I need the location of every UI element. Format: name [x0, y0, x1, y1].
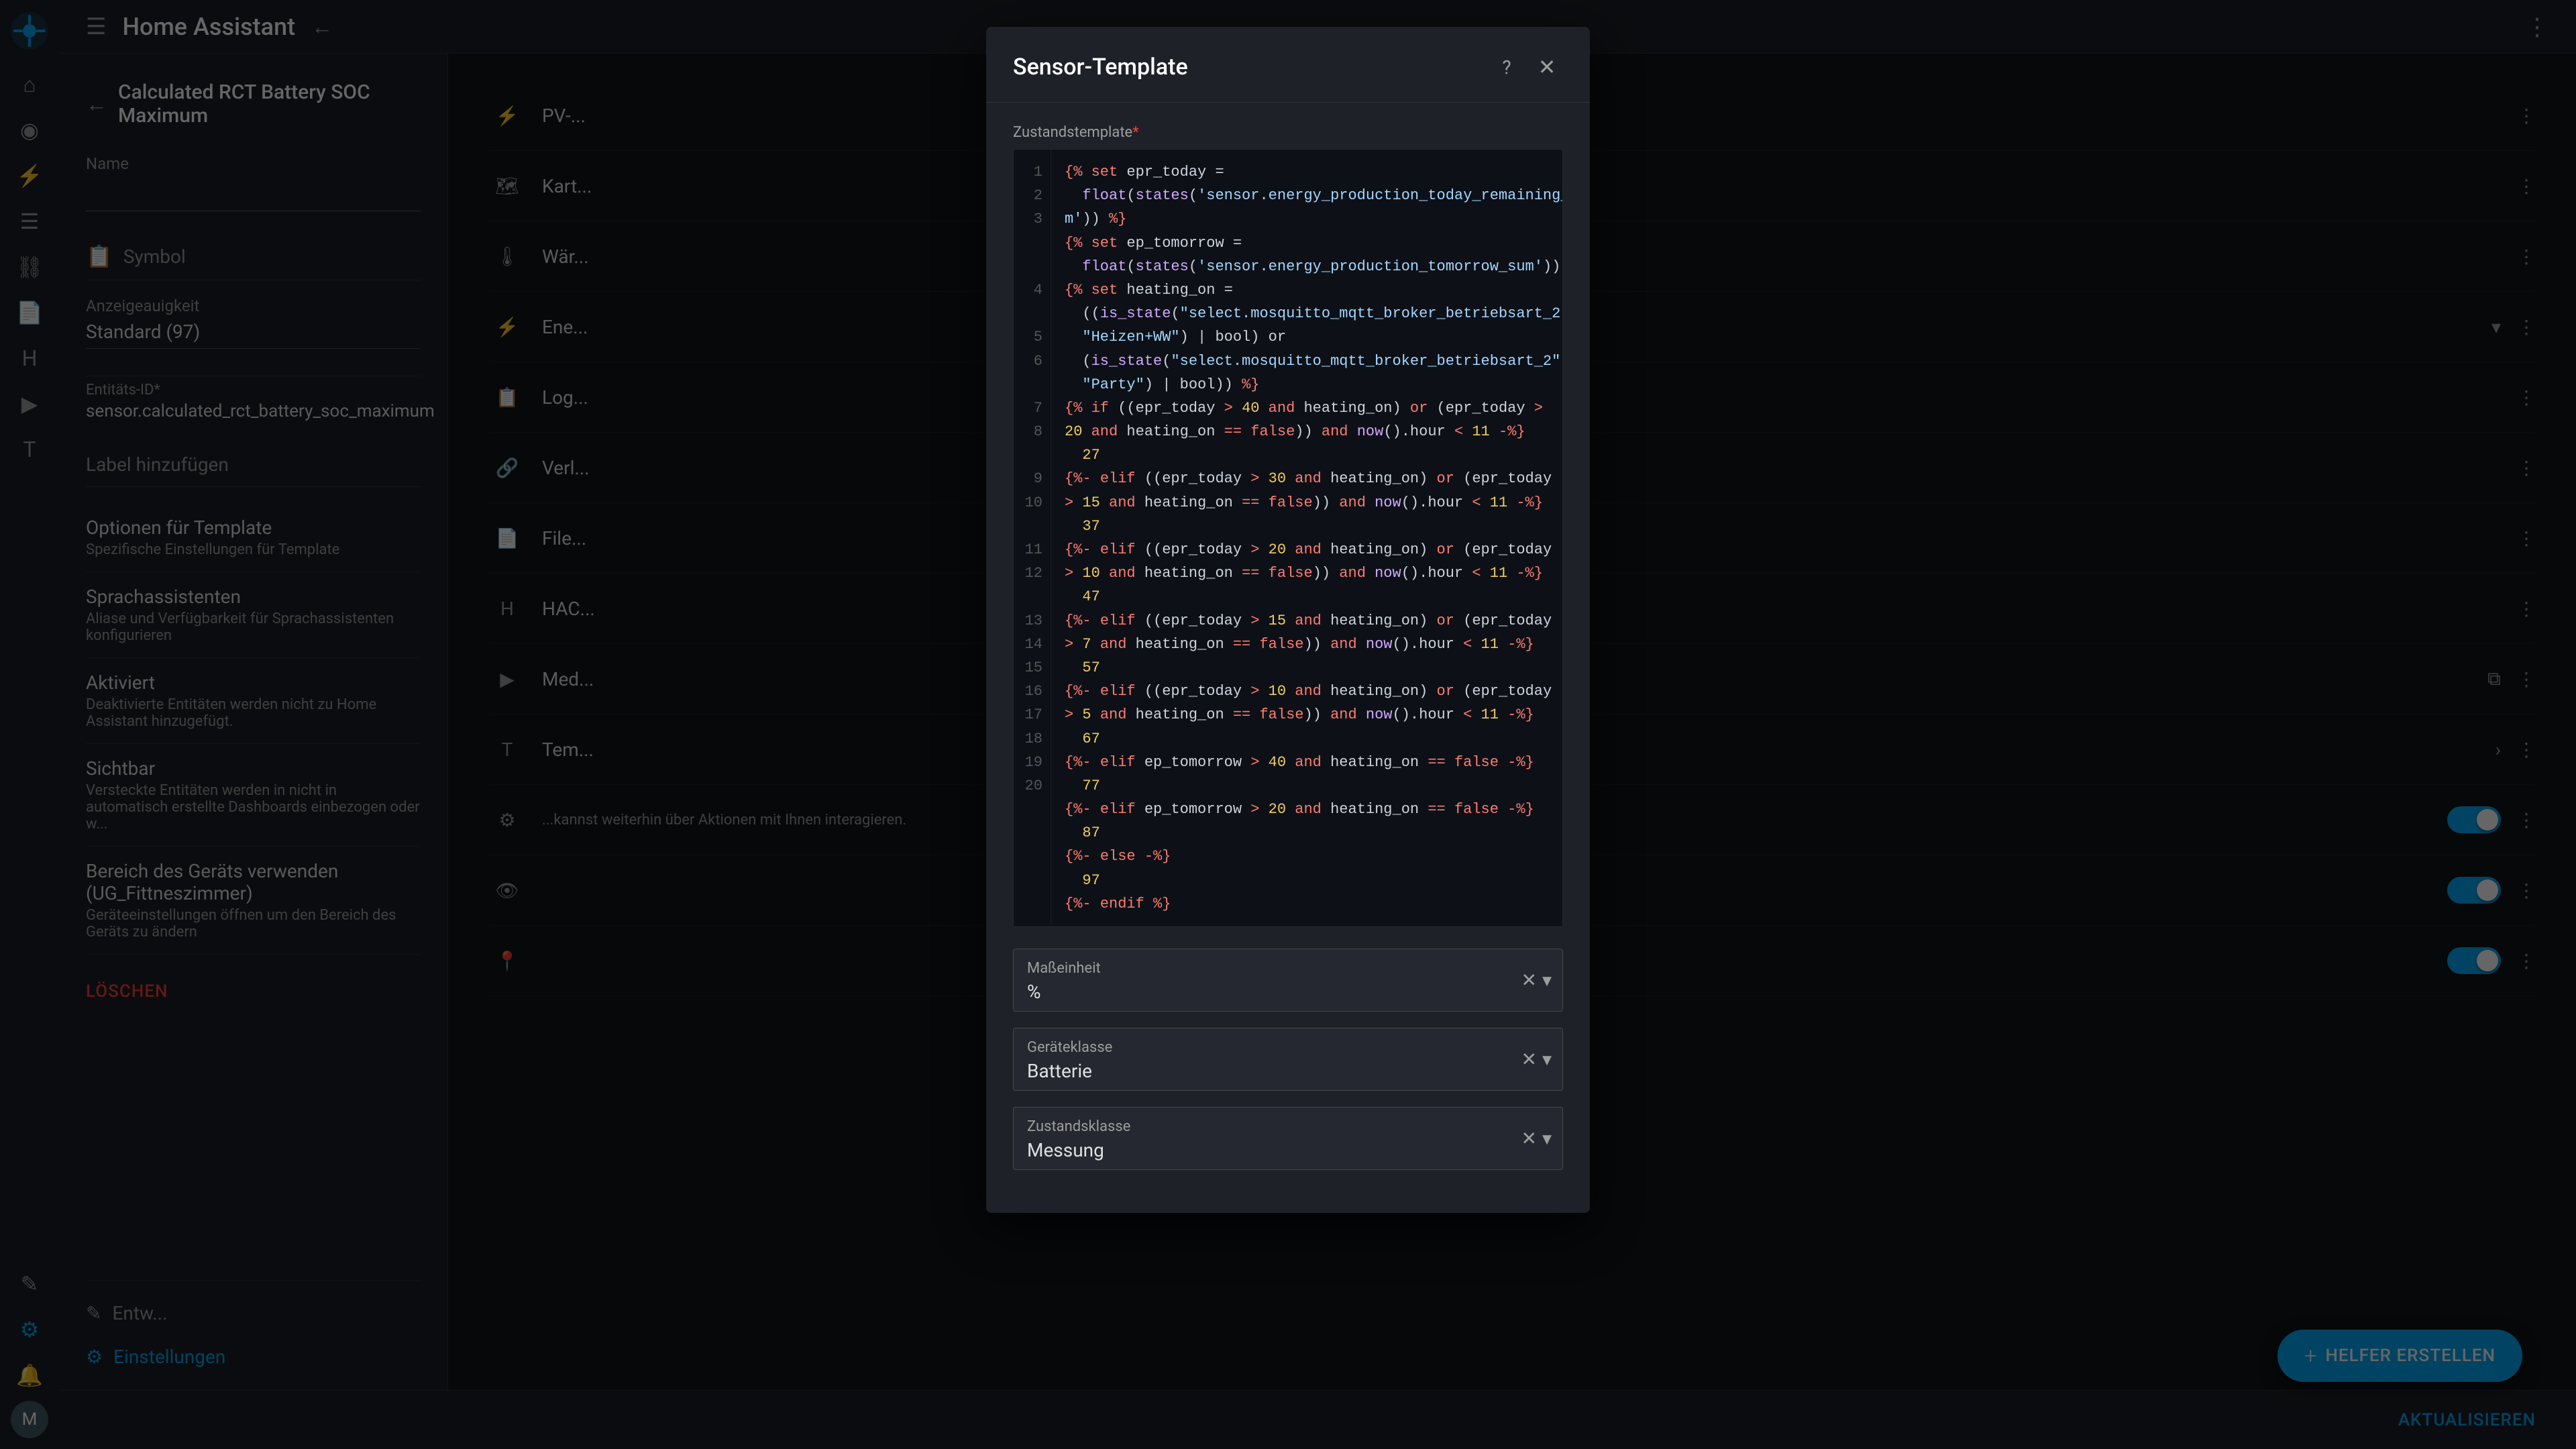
code-editor[interactable]: 1234567891011121314151617181920 {% set e…: [1013, 149, 1563, 927]
masseinheit-label: Maßeinheit: [1027, 960, 1549, 977]
masseinheit-field: Maßeinheit % ✕ ▾: [1013, 949, 1563, 1012]
gerateklasse-dropdown-icon[interactable]: ▾: [1542, 1049, 1552, 1071]
sensor-template-modal: Sensor-Template ? ✕ Zustandstemplate* 12…: [986, 27, 1590, 1213]
zustandsklasse-actions: ✕ ▾: [1521, 1128, 1552, 1150]
zustandsklasse-dropdown-icon[interactable]: ▾: [1542, 1128, 1552, 1150]
modal-close-icon[interactable]: ✕: [1531, 51, 1563, 83]
zustandsklasse-label: Zustandsklasse: [1027, 1118, 1549, 1135]
masseinheit-actions: ✕ ▾: [1521, 969, 1552, 991]
zustandsklasse-clear-icon[interactable]: ✕: [1521, 1128, 1536, 1150]
masseinheit-value: %: [1027, 981, 1549, 1003]
gerateklasse-field: Geräteklasse Batterie ✕ ▾: [1013, 1028, 1563, 1091]
modal-overlay: Sensor-Template ? ✕ Zustandstemplate* 12…: [0, 0, 2576, 1449]
gerateklasse-value: Batterie: [1027, 1060, 1549, 1082]
gerateklasse-actions: ✕ ▾: [1521, 1049, 1552, 1071]
modal-title: Sensor-Template: [1013, 54, 1491, 80]
zustandstemplate-label: Zustandstemplate*: [1013, 124, 1563, 141]
zustandsklasse-field: Zustandsklasse Messung ✕ ▾: [1013, 1107, 1563, 1170]
masseinheit-clear-icon[interactable]: ✕: [1521, 969, 1536, 991]
zustandsklasse-value: Messung: [1027, 1139, 1549, 1161]
code-content[interactable]: {% set epr_today = float(states('sensor.…: [1051, 150, 1562, 926]
code-lines: 1234567891011121314151617181920 {% set e…: [1014, 150, 1562, 926]
line-numbers: 1234567891011121314151617181920: [1014, 150, 1051, 926]
modal-help-icon[interactable]: ?: [1491, 51, 1523, 83]
modal-body: Zustandstemplate* 1234567891011121314151…: [986, 103, 1590, 1213]
modal-header: Sensor-Template ? ✕: [986, 27, 1590, 103]
gerateklasse-clear-icon[interactable]: ✕: [1521, 1049, 1536, 1071]
gerateklasse-label: Geräteklasse: [1027, 1039, 1549, 1056]
masseinheit-dropdown-icon[interactable]: ▾: [1542, 969, 1552, 991]
